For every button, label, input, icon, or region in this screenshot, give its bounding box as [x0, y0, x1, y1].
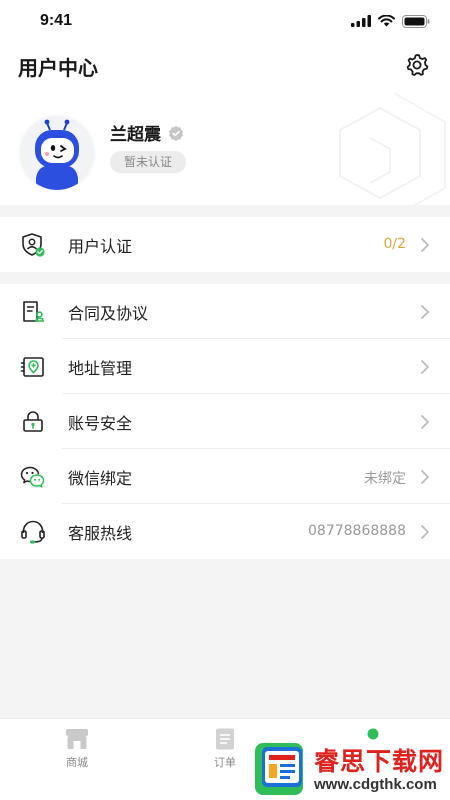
status-bar: 9:41	[0, 0, 450, 44]
shield-user-icon	[22, 233, 45, 257]
wechat-binding-status: 未绑定	[364, 471, 406, 487]
store-icon	[66, 729, 88, 749]
headset-icon	[21, 520, 45, 544]
tab-mall[interactable]: 商城	[37, 727, 117, 770]
menu-item-account-security[interactable]: 账号安全	[0, 394, 450, 449]
chevron-right-icon	[421, 238, 429, 252]
robot-avatar-icon	[35, 119, 79, 190]
menu-item-user-verification[interactable]: 用户认证 0/2	[0, 217, 450, 272]
verified-badge-icon	[169, 125, 183, 141]
page-title: 用户中心	[18, 56, 98, 80]
menu-item-label: 微信绑定	[68, 469, 133, 488]
status-time: 9:41	[40, 12, 73, 29]
menu-item-wechat-binding[interactable]: 微信绑定 未绑定	[0, 449, 450, 504]
chevron-right-icon	[421, 470, 429, 484]
chevron-right-icon	[421, 525, 429, 539]
header: 用户中心	[0, 44, 450, 88]
menu-item-label: 账号安全	[68, 414, 133, 433]
profile-card[interactable]: 兰超震 暂未认证	[0, 88, 450, 205]
menu-item-label: 客服热线	[68, 524, 133, 543]
status-icons	[351, 14, 430, 28]
wechat-icon	[20, 466, 45, 488]
menu-item-label: 用户认证	[68, 237, 133, 256]
order-list-icon	[216, 728, 234, 750]
hotline-number[interactable]: 08778868888	[308, 523, 406, 539]
menu-item-customer-service[interactable]: 客服热线 08778868888	[0, 504, 450, 559]
watermark-logo-icon	[255, 743, 303, 795]
chevron-right-icon	[421, 360, 429, 374]
menu-item-label: 地址管理	[68, 359, 133, 378]
menu-item-address[interactable]: 地址管理	[0, 339, 450, 394]
contract-icon	[23, 301, 44, 322]
menu-item-contracts[interactable]: 合同及协议	[0, 284, 450, 339]
signal-icon	[351, 15, 371, 27]
watermark: 睿思下载网 www.cdgthk.com	[248, 740, 450, 800]
auth-status-badge[interactable]: 暂未认证	[110, 151, 187, 173]
menu-item-label: 合同及协议	[68, 304, 149, 323]
watermark-url: www.cdgthk.com	[314, 776, 437, 793]
lock-icon	[23, 411, 43, 432]
user-name-text: 兰超震	[110, 125, 161, 145]
tab-label: 商城	[66, 756, 88, 769]
watermark-title: 睿思下载网	[314, 747, 445, 776]
gear-icon[interactable]	[404, 52, 430, 78]
location-card-icon	[20, 357, 44, 377]
wifi-icon	[378, 15, 395, 27]
verification-progress: 0/2	[383, 236, 406, 252]
user-name: 兰超震	[110, 120, 184, 145]
decorative-hexagon-pattern	[339, 92, 446, 205]
battery-icon	[402, 14, 430, 28]
chevron-right-icon	[421, 415, 429, 429]
avatar[interactable]	[18, 114, 96, 192]
menu-group-account: 合同及协议 地址管理 账号安全 微信绑定 未绑定 客服热线 0877886888…	[0, 284, 450, 559]
chevron-right-icon	[421, 305, 429, 319]
menu-group-verification: 用户认证 0/2	[0, 217, 450, 272]
